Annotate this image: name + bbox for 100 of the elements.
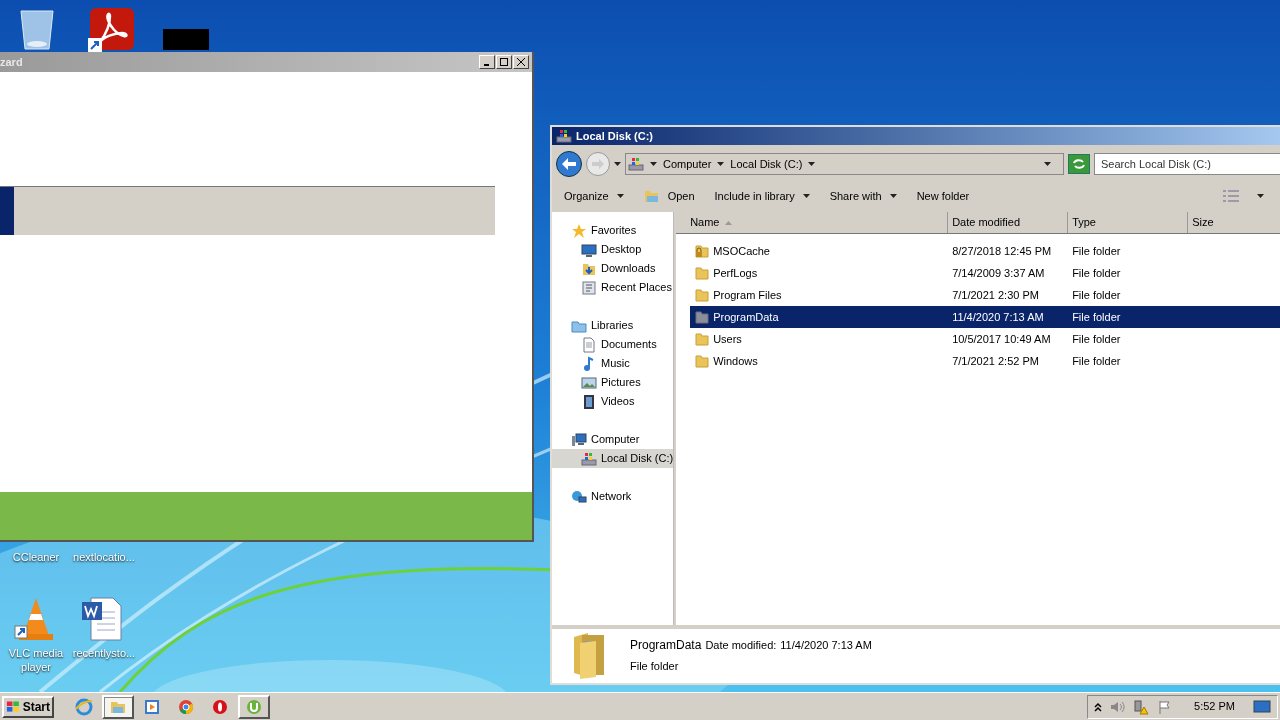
file-name: MSOCache xyxy=(713,243,770,259)
nav-item[interactable]: Recent Places xyxy=(552,278,674,297)
date-cell-text: 7/1/2021 2:30 PM xyxy=(951,287,1040,303)
file-name: PerfLogs xyxy=(713,265,758,281)
type-cell-text: File folder xyxy=(1071,353,1122,369)
nav-item[interactable]: Pictures xyxy=(552,373,674,392)
date-cell-text: 11/4/2020 7:13 AM xyxy=(951,309,1045,325)
flag-icon[interactable] xyxy=(1158,699,1173,714)
torrent-icon xyxy=(245,697,263,716)
column-header[interactable]: Size xyxy=(1188,212,1280,233)
nav-item[interactable]: Favorites xyxy=(552,221,674,240)
nav-item[interactable]: Computer xyxy=(552,430,674,449)
folder-icon xyxy=(694,353,711,369)
search-field[interactable]: Search Local Disk (C:) xyxy=(1094,153,1280,175)
column-header[interactable]: Type xyxy=(1068,212,1189,233)
monitor-icon xyxy=(581,241,597,258)
window-title: zard xyxy=(0,54,23,70)
caret-icon xyxy=(802,194,810,198)
toolbar-button[interactable]: Include in library xyxy=(712,184,812,208)
date-cell-text: 10/5/2017 10:49 AM xyxy=(951,331,1052,347)
show-desktop-icon[interactable] xyxy=(1253,699,1271,714)
nav-item[interactable]: Desktop xyxy=(552,240,674,259)
close-button[interactable] xyxy=(513,55,529,69)
play-icon xyxy=(143,697,161,716)
caret-icon xyxy=(614,162,621,166)
date-cell-text: 7/1/2021 2:52 PM xyxy=(951,353,1040,369)
minimize-button[interactable] xyxy=(479,55,495,69)
taskbar-app-button[interactable] xyxy=(238,694,270,719)
nav-item[interactable]: Libraries xyxy=(552,316,674,335)
folder-icon xyxy=(694,309,711,325)
file-row[interactable]: ProgramData 11/4/2020 7:13 AM File folder xyxy=(690,306,1280,328)
file-row[interactable]: Program Files 7/1/2021 2:30 PM File folder xyxy=(690,284,1280,306)
folder-icon xyxy=(694,287,711,303)
toolbar-button[interactable]: Organize xyxy=(562,184,626,208)
clock[interactable]: 5:52 PM xyxy=(1194,698,1235,715)
locked-folder-icon xyxy=(694,243,711,259)
film-icon xyxy=(581,393,597,410)
column-header[interactable]: Name xyxy=(676,212,949,233)
details-date-label: Date modified: xyxy=(705,638,777,653)
file-row[interactable]: MSOCache 8/27/2018 12:45 PM File folder xyxy=(690,240,1280,262)
column-header[interactable]: Date modified xyxy=(948,212,1069,233)
refresh-button[interactable] xyxy=(1068,154,1090,174)
nav-item[interactable]: Music xyxy=(552,354,674,373)
caret-icon xyxy=(717,162,725,166)
file-name: Windows xyxy=(713,353,758,369)
computer-icon xyxy=(571,431,587,448)
panel-marker xyxy=(0,187,14,235)
globe-e-icon xyxy=(75,697,93,716)
file-row[interactable]: Users 10/5/2017 10:49 AM File folder xyxy=(690,328,1280,350)
date-cell-text: 7/14/2009 3:37 AM xyxy=(951,265,1046,281)
caret-icon xyxy=(650,162,657,166)
file-name: ProgramData xyxy=(713,309,779,325)
nav-item[interactable]: Documents xyxy=(552,335,674,354)
left-arrow-icon xyxy=(562,158,576,170)
file-name: Program Files xyxy=(713,287,782,303)
window-title: Local Disk (C:) xyxy=(576,128,653,144)
windows-logo-icon xyxy=(6,699,21,714)
drive-icon xyxy=(581,450,597,467)
breadcrumb-item[interactable]: Computer xyxy=(663,155,712,173)
details-name: ProgramData xyxy=(630,637,702,654)
star-icon xyxy=(571,222,587,239)
address-bar[interactable]: Computer Local Disk (C:) xyxy=(625,153,1064,175)
network-icon xyxy=(571,488,587,505)
right-arrow-icon xyxy=(592,159,604,169)
nav-item[interactable]: Local Disk (C:) xyxy=(552,449,674,468)
folder-icon xyxy=(694,265,711,281)
picture-icon xyxy=(581,374,597,391)
drive-icon xyxy=(628,156,644,172)
back-button[interactable] xyxy=(556,151,582,177)
open-folder-icon xyxy=(643,189,660,203)
nav-item[interactable]: Downloads xyxy=(552,259,674,278)
taskbar-app-button[interactable] xyxy=(102,694,134,719)
chrome-icon xyxy=(177,697,195,716)
date-cell-text: 8/27/2018 12:45 PM xyxy=(951,243,1053,259)
details-type: File folder xyxy=(630,659,680,674)
chevron-up-icon[interactable] xyxy=(1094,701,1103,712)
refresh-icon xyxy=(1072,158,1086,170)
folder-icon xyxy=(694,331,711,347)
toolbar-button[interactable]: Share with xyxy=(827,184,899,208)
file-row[interactable]: PerfLogs 7/14/2009 3:37 AM File folder xyxy=(690,262,1280,284)
type-cell-text: File folder xyxy=(1071,331,1122,347)
start-button[interactable]: Start xyxy=(2,695,54,718)
nav-item[interactable]: Network xyxy=(552,487,674,506)
type-cell-text: File folder xyxy=(1071,287,1122,303)
network-warning-icon[interactable] xyxy=(1134,698,1151,715)
window-thumbnail-icon xyxy=(163,29,209,50)
nav-item[interactable]: Videos xyxy=(552,392,674,411)
close-icon xyxy=(517,58,525,66)
toolbar-button[interactable]: Open xyxy=(641,184,697,208)
document-icon xyxy=(581,336,597,353)
recycle-bin-icon xyxy=(19,8,55,50)
toolbar-button[interactable]: New folder xyxy=(914,184,972,208)
drive-icon xyxy=(556,128,572,144)
caret-icon xyxy=(616,194,624,198)
file-name: Users xyxy=(713,331,742,347)
file-row[interactable]: Windows 7/1/2021 2:52 PM File folder xyxy=(690,350,1280,372)
pdf-reader-icon xyxy=(88,8,134,52)
breadcrumb-item[interactable]: Local Disk (C:) xyxy=(730,155,803,173)
opera-icon xyxy=(211,697,229,716)
maximize-button[interactable] xyxy=(496,55,512,69)
